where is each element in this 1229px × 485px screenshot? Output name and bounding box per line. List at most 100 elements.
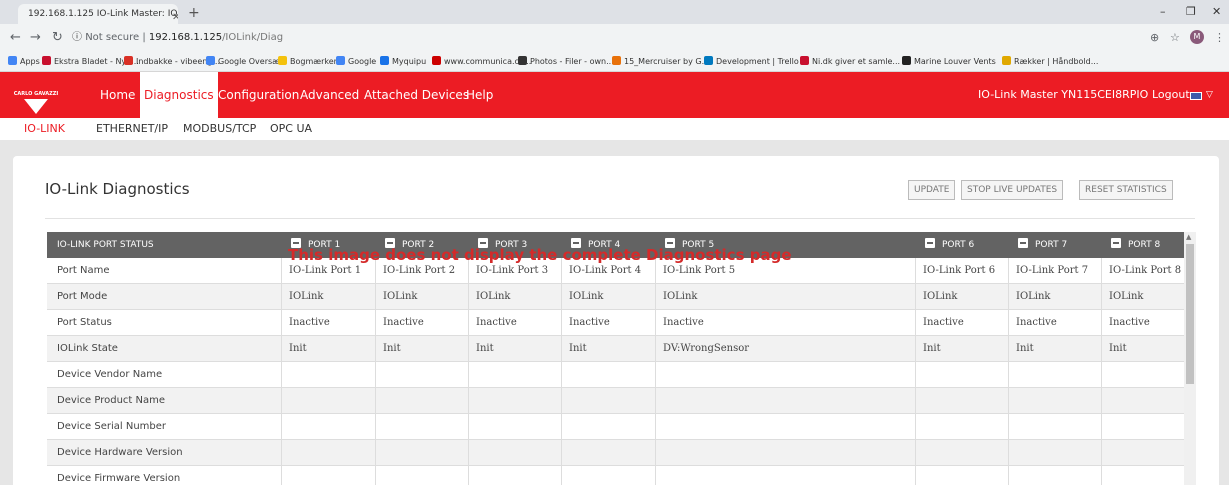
stop-live-updates-button[interactable]: STOP LIVE UPDATES (961, 180, 1064, 200)
subnav-modbus-tcp[interactable]: MODBUS/TCP (183, 118, 256, 140)
bookmark-label: Google Oversæt (218, 57, 284, 66)
url-path: /IOLink/Diag (222, 32, 284, 43)
forward-arrow-icon[interactable]: → (30, 29, 41, 47)
header-port-7[interactable]: PORT 7 (1018, 232, 1067, 258)
table-cell: Inactive (663, 317, 704, 328)
bookmark-item[interactable]: Google (336, 52, 376, 71)
bookmark-item[interactable]: Myquipu (380, 52, 426, 71)
bookmark-item[interactable]: Bogmærker (278, 52, 337, 71)
bookmark-favicon-icon (8, 56, 17, 65)
port-header-label: PORT 8 (1128, 240, 1161, 250)
bookmark-favicon-icon (278, 56, 287, 65)
url-security-label: Not secure (85, 32, 140, 43)
bookmark-item[interactable]: Marine Louver Vents (902, 52, 996, 71)
maximize-icon[interactable]: ❐ (1186, 4, 1196, 20)
header-port-6[interactable]: PORT 6 (925, 232, 974, 258)
nav-home[interactable]: Home (100, 72, 135, 118)
bookmark-favicon-icon (380, 56, 389, 65)
reset-statistics-button[interactable]: RESET STATISTICS (1079, 180, 1173, 200)
zoom-icon[interactable]: ⊕ (1150, 30, 1159, 46)
table-scrollbar[interactable]: ▲ (1184, 232, 1196, 485)
table-cell: IO-Link Port 6 (923, 265, 996, 276)
logo-triangle-icon (24, 99, 48, 114)
scroll-up-icon[interactable]: ▲ (1186, 233, 1191, 241)
update-button[interactable]: UPDATE (908, 180, 956, 200)
bookmark-favicon-icon (1002, 56, 1011, 65)
row-label: Device Firmware Version (57, 473, 181, 484)
table-cell: IOLink (663, 291, 698, 302)
bookmark-label: Apps (20, 57, 40, 66)
carlo-gavazzi-logo[interactable]: CARLO GAVAZZI (0, 72, 88, 118)
table-row: Device Hardware Version (47, 440, 1184, 466)
nav-help[interactable]: Help (466, 72, 493, 118)
browser-menu-icon[interactable]: ⋮ (1214, 30, 1225, 46)
table-cell: Init (383, 343, 401, 354)
bookmark-favicon-icon (124, 56, 133, 65)
bookmark-item[interactable]: www.communica.co... (432, 52, 531, 71)
table-row: Device Vendor Name (47, 362, 1184, 388)
bookmark-item[interactable]: Ni.dk giver et samle... (800, 52, 900, 71)
column-divider (561, 258, 562, 485)
back-arrow-icon[interactable]: ← (10, 29, 21, 47)
bookmark-favicon-icon (612, 56, 621, 65)
minimize-icon[interactable]: – (1160, 4, 1166, 20)
subnav-opc-ua[interactable]: OPC UA (270, 118, 312, 140)
star-icon[interactable]: ☆ (1170, 30, 1180, 46)
row-label: Port Status (57, 317, 112, 328)
subnav-io-link[interactable]: IO-LINK (24, 118, 65, 142)
nav-attached-devices[interactable]: Attached Devices (364, 72, 469, 118)
profile-avatar[interactable]: M (1190, 30, 1204, 44)
header-port-8[interactable]: PORT 8 (1111, 232, 1160, 258)
browser-toolbar: ← → ↻ ⓘ Not secure | 192.168.1.125/IOLin… (0, 24, 1229, 52)
subnav-ethernet-ip[interactable]: ETHERNET/IP (96, 118, 168, 140)
bookmark-favicon-icon (336, 56, 345, 65)
column-divider (655, 258, 656, 485)
table-cell: IOLink (569, 291, 604, 302)
bookmark-item[interactable]: Rækker | Håndbold... (1002, 52, 1098, 71)
bookmark-item[interactable]: Apps (8, 52, 40, 71)
column-divider (375, 258, 376, 485)
scroll-thumb[interactable] (1186, 244, 1194, 384)
table-cell: IOLink (383, 291, 418, 302)
column-divider (468, 258, 469, 485)
sub-nav: IO-LINK ETHERNET/IP MODBUS/TCP OPC UA (0, 118, 1229, 142)
table-cell: Inactive (569, 317, 610, 328)
url-host: 192.168.1.125 (148, 32, 223, 43)
header-port-status: IO-LINK PORT STATUS (57, 240, 154, 250)
table-cell: Inactive (476, 317, 517, 328)
nav-advanced[interactable]: Advanced (300, 72, 359, 118)
bookmark-item[interactable]: Development | Trello (704, 52, 799, 71)
divider (45, 218, 1195, 219)
close-tab-icon[interactable]: ✕ (172, 8, 178, 24)
reload-icon[interactable]: ↻ (52, 29, 63, 47)
bookmark-item[interactable]: 15_Mercruiser by G... (612, 52, 709, 71)
nav-configuration[interactable]: Configuration (218, 72, 299, 118)
bookmark-favicon-icon (206, 56, 215, 65)
address-bar[interactable]: ⓘ Not secure | 192.168.1.125/IOLink/Diag (72, 28, 1140, 48)
bookmark-label: Development | Trello (716, 57, 799, 66)
row-label: Port Mode (57, 291, 108, 302)
port-header-label: PORT 6 (942, 240, 975, 250)
overlay-note: This image does not display the complete… (288, 246, 792, 264)
collapse-icon[interactable] (1018, 238, 1028, 248)
logout-link[interactable]: Logout (1152, 72, 1190, 118)
close-window-icon[interactable]: ✕ (1212, 4, 1221, 20)
bookmark-item[interactable]: Google Oversæt (206, 52, 283, 71)
language-flag-icon[interactable] (1190, 92, 1202, 100)
collapse-icon[interactable] (1111, 238, 1121, 248)
bookmark-favicon-icon (432, 56, 441, 65)
bookmark-label: Marine Louver Vents (914, 57, 996, 66)
info-icon[interactable]: ⓘ (72, 32, 82, 43)
bookmark-favicon-icon (42, 56, 51, 65)
table-cell: Init (1016, 343, 1034, 354)
bookmark-label: Photos - Filer - own... (530, 57, 614, 66)
bookmark-item[interactable]: Photos - Filer - own... (518, 52, 614, 71)
collapse-icon[interactable] (925, 238, 935, 248)
bookmark-favicon-icon (800, 56, 809, 65)
new-tab-icon[interactable]: + (188, 4, 200, 22)
nav-diagnostics[interactable]: Diagnostics (140, 72, 218, 118)
browser-tab[interactable]: 192.168.1.125 IO-Link Master: IO ✕ (18, 4, 178, 24)
table-row: IOLink State Init Init Init Init DV:WrongSens… (47, 336, 1184, 362)
browser-tab-title: 192.168.1.125 IO-Link Master: IO (28, 9, 178, 19)
chevron-down-icon[interactable]: ▽ (1206, 88, 1213, 102)
